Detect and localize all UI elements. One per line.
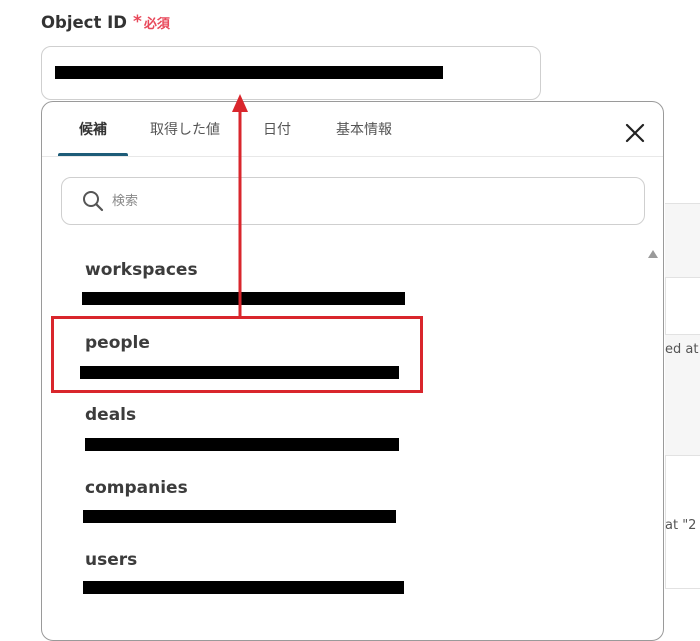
list-item-companies[interactable]: companies: [83, 478, 425, 538]
tab-bar: 候補 取得した値 日付 基本情報: [58, 102, 416, 156]
item-name: workspaces: [85, 260, 198, 280]
close-icon[interactable]: [621, 119, 649, 147]
background-text: ed at: [665, 342, 699, 357]
item-redacted-id: [82, 292, 405, 305]
tab-retrieved-values[interactable]: 取得した値: [128, 102, 242, 156]
list-item-workspaces[interactable]: workspaces: [82, 260, 425, 320]
tab-date[interactable]: 日付: [242, 102, 312, 156]
item-redacted-id: [83, 510, 396, 523]
search-icon: [83, 191, 104, 212]
highlight-box: [51, 316, 423, 393]
object-id-label: Object ID * 必須: [41, 10, 170, 34]
list-item-users[interactable]: users: [83, 550, 425, 610]
item-name: companies: [85, 478, 188, 498]
tab-candidates[interactable]: 候補: [58, 102, 128, 156]
item-redacted-id: [83, 581, 404, 594]
search-box[interactable]: [61, 177, 645, 225]
background-card: [665, 277, 700, 335]
object-id-label-text: Object ID: [41, 12, 127, 32]
item-redacted-id: [85, 438, 399, 451]
tabs-divider: [42, 156, 663, 157]
search-input[interactable]: [110, 192, 614, 210]
item-name: users: [85, 550, 138, 570]
triangle-up-icon[interactable]: [648, 250, 658, 258]
required-asterisk: *: [132, 12, 142, 32]
item-name: deals: [85, 405, 137, 425]
required-text: 必須: [143, 16, 170, 32]
object-id-input[interactable]: [41, 46, 541, 100]
list-item-deals[interactable]: deals: [85, 405, 425, 465]
tab-basic-info[interactable]: 基本情報: [312, 102, 416, 156]
background-text: at "2: [665, 518, 697, 533]
redacted-value: [55, 66, 443, 79]
